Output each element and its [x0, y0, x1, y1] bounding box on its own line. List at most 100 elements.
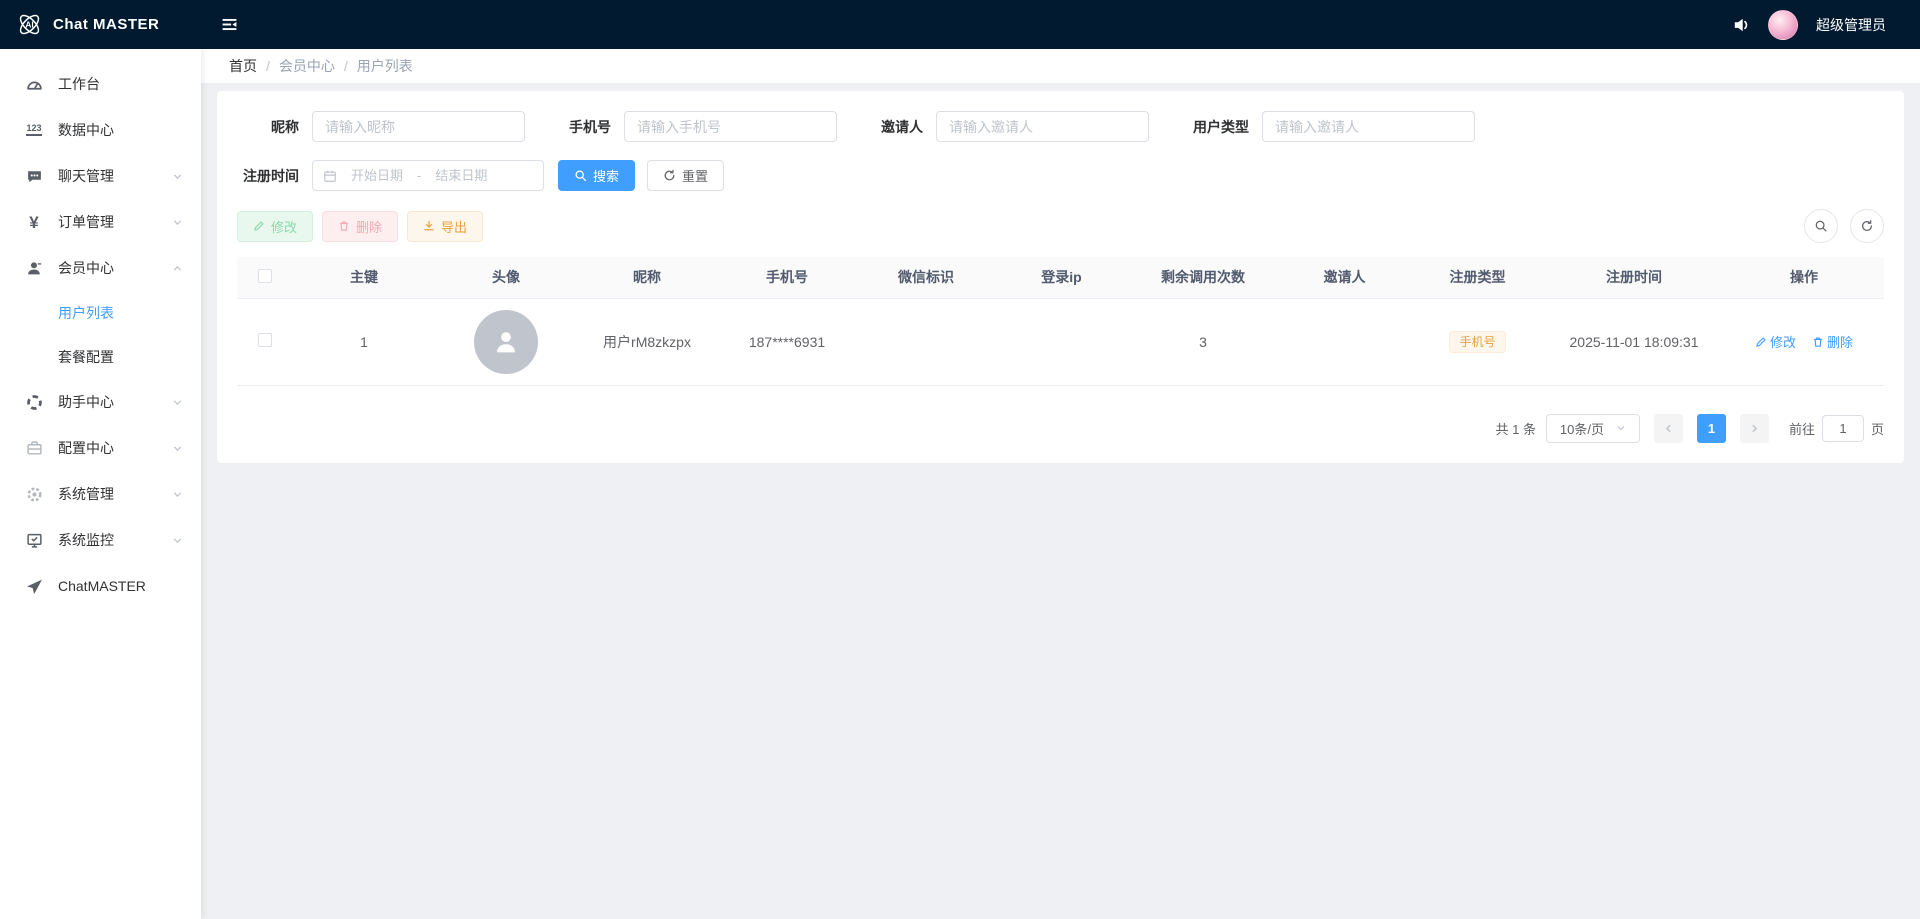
sidebar-item-package-config[interactable]: 套餐配置: [0, 335, 201, 379]
column-header-wechat: 微信标识: [857, 257, 995, 299]
date-range-separator: -: [417, 168, 422, 183]
column-header-nickname: 昵称: [577, 257, 717, 299]
table-search-toggle-button[interactable]: [1804, 209, 1838, 243]
goto-prefix-label: 前往: [1788, 421, 1815, 437]
topbar: AI Chat MASTER 超级管理员: [0, 0, 1920, 49]
sidebar-item-label: 用户列表: [58, 305, 114, 321]
inviter-input[interactable]: [936, 111, 1149, 142]
table-refresh-button[interactable]: [1850, 209, 1884, 243]
row-checkbox[interactable]: [258, 333, 272, 347]
sidebar-item-chatmaster[interactable]: ChatMASTER: [0, 563, 201, 609]
refresh-icon: [663, 169, 676, 182]
page-size-select[interactable]: 10条/页: [1545, 413, 1640, 443]
app-title: Chat MASTER: [53, 16, 160, 33]
sidebar-item-label: ChatMASTER: [58, 578, 146, 594]
edit-pen-icon: [1755, 336, 1767, 348]
end-date-input[interactable]: [425, 167, 498, 184]
sidebar-item-member-center[interactable]: 会员中心: [0, 245, 201, 291]
user-role-label[interactable]: 超级管理员: [1816, 15, 1886, 35]
sidebar-item-label: 会员中心: [58, 260, 114, 276]
date-range-picker[interactable]: -: [312, 160, 544, 191]
volume-icon[interactable]: [1732, 16, 1750, 34]
nickname-label: 昵称: [271, 118, 299, 135]
row-avatar: [474, 309, 538, 374]
goto-page-input[interactable]: [1821, 414, 1864, 442]
sidebar-item-user-list[interactable]: 用户列表: [0, 291, 201, 335]
row-edit-link[interactable]: 修改: [1755, 332, 1796, 351]
row-edit-label: 修改: [1770, 335, 1797, 350]
user-table: 主键 头像 昵称 手机号 微信标识 登录ip 剩余调用次数 邀请人 注册类型 注…: [237, 257, 1884, 386]
goto-suffix-label: 页: [1870, 421, 1884, 437]
register-time-label: 注册时间: [243, 167, 299, 184]
sidebar-item-system-monitor[interactable]: 系统监控: [0, 517, 201, 563]
cell-register-time: 2025-11-01 18:09:31: [1544, 298, 1724, 386]
phone-input[interactable]: [624, 111, 837, 142]
export-button-label: 导出: [441, 219, 468, 235]
page-size-value: 10条/页: [1559, 421, 1604, 437]
app-logo-icon: AI: [16, 11, 43, 38]
sidebar-item-config-center[interactable]: 配置中心: [0, 425, 201, 471]
export-button[interactable]: 导出: [407, 210, 484, 242]
filter-user-type: 用户类型: [1193, 111, 1475, 142]
cell-id: 1: [293, 298, 435, 386]
breadcrumb-member-center: 会员中心: [278, 58, 335, 74]
sidebar-item-workbench[interactable]: 工作台: [0, 61, 201, 107]
sidebar-item-label: 套餐配置: [58, 349, 114, 365]
app-logo-area[interactable]: AI Chat MASTER: [0, 11, 201, 38]
current-page-button[interactable]: 1: [1696, 413, 1726, 443]
reset-button-label: 重置: [682, 169, 709, 184]
row-delete-link[interactable]: 删除: [1812, 332, 1853, 351]
member-person-icon: [24, 260, 44, 277]
yen-icon: ¥: [29, 212, 39, 232]
user-type-input[interactable]: [1262, 111, 1475, 142]
sidebar-item-chat-mgmt[interactable]: 聊天管理: [0, 153, 201, 199]
delete-button-label: 删除: [356, 219, 383, 235]
sidebar-item-order-mgmt[interactable]: ¥ 订单管理: [0, 199, 201, 245]
chevron-down-icon: [172, 489, 183, 500]
paper-plane-icon: [24, 578, 44, 595]
topbar-right: 超级管理员: [1732, 9, 1920, 40]
filter-inviter: 邀请人: [881, 111, 1149, 142]
edit-button[interactable]: 修改: [237, 210, 314, 242]
user-avatar[interactable]: [1768, 9, 1798, 40]
filter-register-time: 注册时间 -: [237, 160, 544, 191]
start-date-input[interactable]: [341, 167, 413, 184]
sidebar-item-label: 配置中心: [58, 440, 114, 456]
prev-page-button[interactable]: [1653, 413, 1683, 443]
column-header-avatar: 头像: [435, 257, 577, 299]
column-header-register-type: 注册类型: [1411, 257, 1544, 299]
reset-button[interactable]: 重置: [647, 160, 725, 191]
sidebar-item-system-mgmt[interactable]: 系统管理: [0, 471, 201, 517]
chevron-left-icon: [1663, 423, 1674, 434]
search-button-label: 搜索: [593, 169, 620, 184]
search-icon: [1814, 219, 1828, 233]
table-toolbar: 修改 删除 导出: [237, 209, 1884, 243]
register-type-tag: 手机号: [1449, 330, 1506, 353]
sidebar-item-label: 数据中心: [58, 122, 114, 138]
sidebar-item-data-center[interactable]: 123 数据中心: [0, 107, 201, 153]
next-page-button[interactable]: [1739, 413, 1769, 443]
edit-button-label: 修改: [271, 219, 298, 235]
goto-page: 前往 页: [1788, 414, 1884, 442]
column-header-phone: 手机号: [717, 257, 857, 299]
search-button[interactable]: 搜索: [558, 160, 636, 191]
select-all-checkbox[interactable]: [258, 268, 272, 283]
sidebar-collapse-button[interactable]: [221, 16, 238, 33]
trash-icon: [1812, 336, 1824, 348]
breadcrumb: 首页 / 会员中心 / 用户列表: [201, 49, 1920, 83]
filter-row-1: 昵称 手机号 邀请人 用户类型: [237, 111, 1884, 142]
column-header-login-ip: 登录ip: [995, 257, 1128, 299]
pagination: 共 1 条 10条/页 1 前往 页: [237, 413, 1884, 443]
column-header-id: 主键: [293, 257, 435, 299]
chevron-up-icon: [172, 263, 183, 274]
nickname-input[interactable]: [312, 111, 525, 142]
filter-nickname: 昵称: [237, 111, 525, 142]
cell-phone: 187****6931: [717, 298, 857, 386]
delete-button[interactable]: 删除: [322, 210, 399, 242]
table-header-row: 主键 头像 昵称 手机号 微信标识 登录ip 剩余调用次数 邀请人 注册类型 注…: [237, 257, 1884, 299]
user-list-card: 昵称 手机号 邀请人 用户类型 注册时间: [217, 91, 1904, 463]
sidebar-item-assistant-center[interactable]: 助手中心: [0, 379, 201, 425]
chevron-down-icon: [172, 217, 183, 228]
breadcrumb-home[interactable]: 首页: [229, 56, 257, 76]
cell-nickname: 用户rM8zkzpx: [577, 298, 717, 386]
